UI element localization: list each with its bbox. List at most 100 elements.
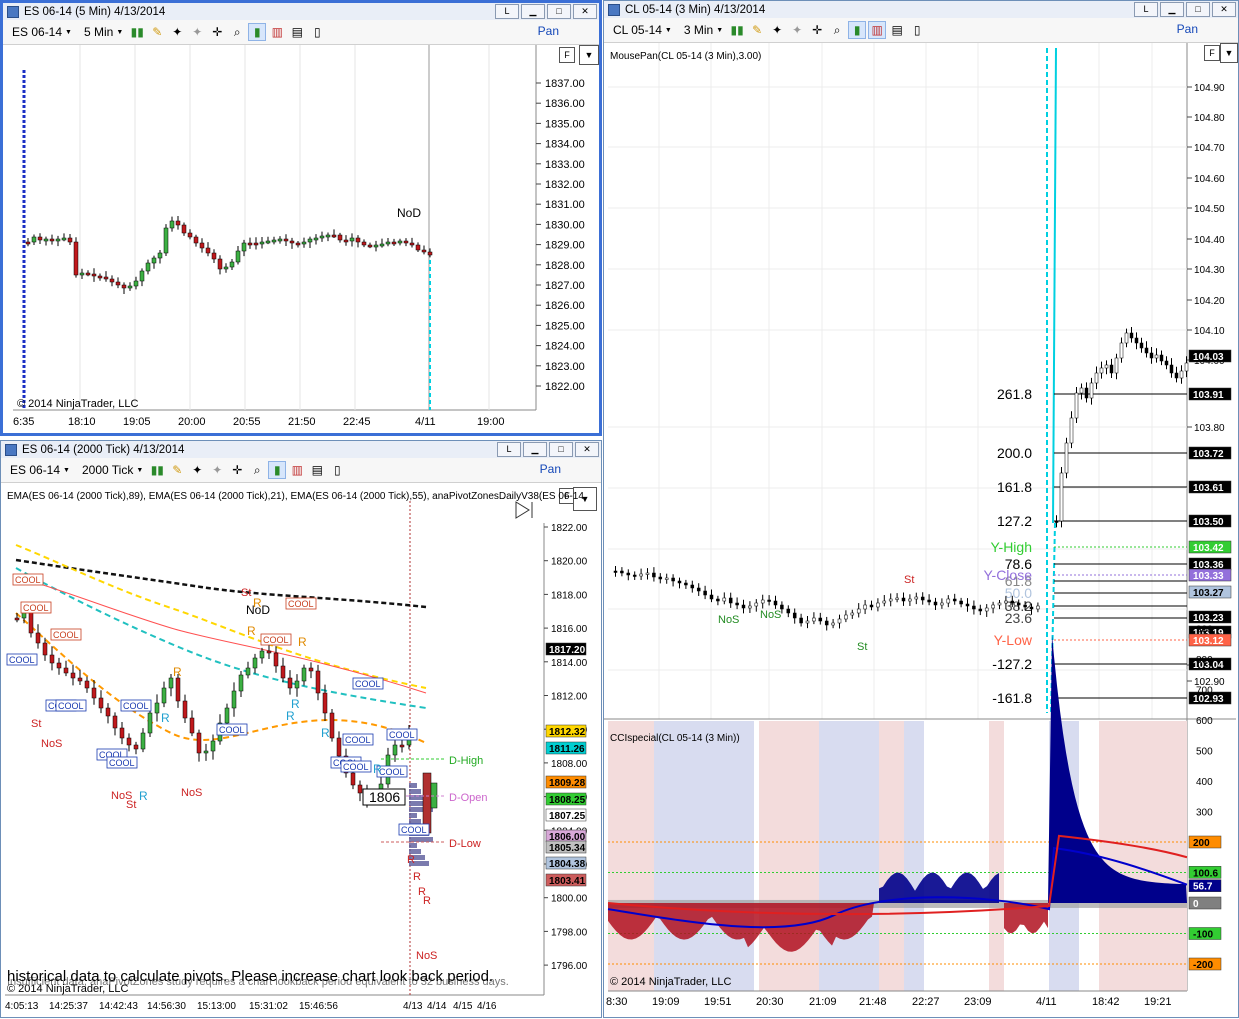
candle [671,577,675,582]
minimize-button[interactable]: ▁ [521,4,545,19]
bar-type-icon[interactable]: ▮▮ [728,21,746,39]
price-label: 1829.00 [545,240,585,252]
crosshair-icon[interactable]: ✛ [208,23,226,41]
price-chart[interactable]: EMA(ES 06-14 (2000 Tick),89), EMA(ES 06-… [1,483,601,1019]
chart-window-icon [7,5,19,18]
time-label: 8:30 [606,996,627,1008]
chart-style-icon[interactable]: ▮ [268,461,287,479]
candle [252,657,258,669]
window-titlebar[interactable]: CL 05-14 (3 Min) 4/13/2014 L ▁ □ ✕ [604,1,1238,19]
candle [741,604,746,609]
time-label: 15:46:56 [299,1001,338,1012]
indicators-icon[interactable]: ▥ [868,21,887,39]
instrument-dropdown[interactable]: ES 06-14 ▼ [7,463,73,477]
zoom-icon[interactable]: ⌕ [228,23,246,41]
close-button[interactable]: ✕ [573,4,597,19]
link-button[interactable]: L [1134,2,1158,17]
chart-style-icon[interactable]: ▮ [848,21,867,39]
indicator-list-text: EMA(ES 06-14 (2000 Tick),89), EMA(ES 06-… [7,491,584,502]
time-label: 21:09 [809,996,837,1008]
y-close-label: Y-Close [983,567,1032,583]
instrument-dropdown[interactable]: CL 05-14 ▼ [610,23,675,37]
draw-tools-2-icon[interactable]: ✦ [188,23,206,41]
candle [175,220,181,226]
close-button[interactable]: ✕ [575,442,599,457]
candle [266,650,272,654]
interval-dropdown[interactable]: 5 Min ▼ [81,25,126,39]
draw-tools-2-icon[interactable]: ✦ [208,461,226,479]
link-button[interactable]: L [497,442,521,457]
crosshair-icon[interactable]: ✛ [808,21,826,39]
candle [31,236,37,243]
price-tag-label: 103.23 [1193,613,1224,624]
time-label: 20:30 [756,996,784,1008]
indicators-icon[interactable]: ▥ [288,461,306,479]
interval-dropdown[interactable]: 2000 Tick ▼ [79,463,146,477]
price-tag-label: 103.72 [1193,449,1224,460]
properties-icon[interactable]: ▯ [308,23,326,41]
maximize-button[interactable]: □ [549,442,573,457]
cool-marker: COOL [389,730,415,740]
candle [399,744,405,748]
candle [43,238,49,242]
drawing-pencil-icon[interactable]: ✎ [748,21,766,39]
candle [792,612,797,619]
properties-icon[interactable]: ▯ [328,461,346,479]
strategies-icon[interactable]: ▤ [308,461,326,479]
pan-label[interactable]: Pan [1177,22,1198,36]
candle [361,241,367,246]
draw-tools-2-icon[interactable]: ✦ [788,21,806,39]
r-marker: R [286,709,295,723]
crosshair-icon[interactable]: ✛ [228,461,246,479]
price-chart[interactable]: 1837.00 1836.00 1835.00 1834.00 1833.00 1832.… [3,45,599,433]
draw-tools-icon[interactable]: ✦ [768,21,786,39]
chart-window-es-5min[interactable]: ES 06-14 (5 Min) 4/13/2014 L ▁ □ ✕ ES 06… [0,0,602,436]
link-button[interactable]: L [495,4,519,19]
cool-marker: COOL [401,825,427,835]
play-icon[interactable] [515,501,533,519]
chart-window-es-2000tick[interactable]: ES 06-14 (2000 Tick) 4/13/2014 L ▁ □ ✕ E… [0,440,602,1018]
draw-tools-icon[interactable]: ✦ [188,461,206,479]
cci-background-band [1099,721,1187,991]
ema-line-yellow [15,544,427,689]
draw-tools-icon[interactable]: ✦ [168,23,186,41]
pan-label[interactable]: Pan [538,24,559,38]
minimize-button[interactable]: ▁ [523,442,547,457]
fib-label: 23.6 [1005,610,1032,626]
nos-marker: NoS [416,950,437,962]
candle [56,662,62,669]
window-titlebar[interactable]: ES 06-14 (2000 Tick) 4/13/2014 L ▁ □ ✕ [1,441,601,459]
drawing-pencil-icon[interactable]: ✎ [168,461,186,479]
maximize-button[interactable]: □ [547,4,571,19]
time-label: 23:09 [964,996,992,1008]
candle [664,577,669,580]
cci-tag-label: 200 [1193,838,1210,849]
chart-window-cl-3min[interactable]: CL 05-14 (3 Min) 4/13/2014 L ▁ □ ✕ CL 05… [603,0,1239,1018]
strategies-icon[interactable]: ▤ [288,23,306,41]
window-titlebar[interactable]: ES 06-14 (5 Min) 4/13/2014 L ▁ □ ✕ [3,3,599,21]
chart-style-icon[interactable]: ▮ [248,23,267,41]
close-button[interactable]: ✕ [1212,2,1236,17]
volume-profile-bar [409,783,417,788]
pan-label[interactable]: Pan [540,462,561,476]
properties-icon[interactable]: ▯ [908,21,926,39]
cool-marker: COOL [288,599,314,609]
bar-type-icon[interactable]: ▮▮ [148,461,166,479]
minimize-button[interactable]: ▁ [1160,2,1184,17]
bar-type-icon[interactable]: ▮▮ [128,23,146,41]
y-high-label: Y-High [990,539,1032,555]
indicators-icon[interactable]: ▥ [268,23,286,41]
instrument-dropdown[interactable]: ES 06-14 ▼ [9,25,75,39]
interval-dropdown[interactable]: 3 Min ▼ [681,23,726,37]
maximize-button[interactable]: □ [1186,2,1210,17]
zoom-icon[interactable]: ⌕ [828,21,846,39]
candle [1094,372,1099,384]
candle [844,614,848,620]
zoom-icon[interactable]: ⌕ [248,461,266,479]
strategies-icon[interactable]: ▤ [888,21,906,39]
drawing-pencil-icon[interactable]: ✎ [148,23,166,41]
price-label: 104.70 [1194,143,1225,154]
candle [1144,347,1149,354]
cci-scale-label: 700 [1196,686,1213,697]
price-chart[interactable]: MousePan(CL 05-14 (3 Min),3.00) 261.8 200… [604,43,1236,1017]
